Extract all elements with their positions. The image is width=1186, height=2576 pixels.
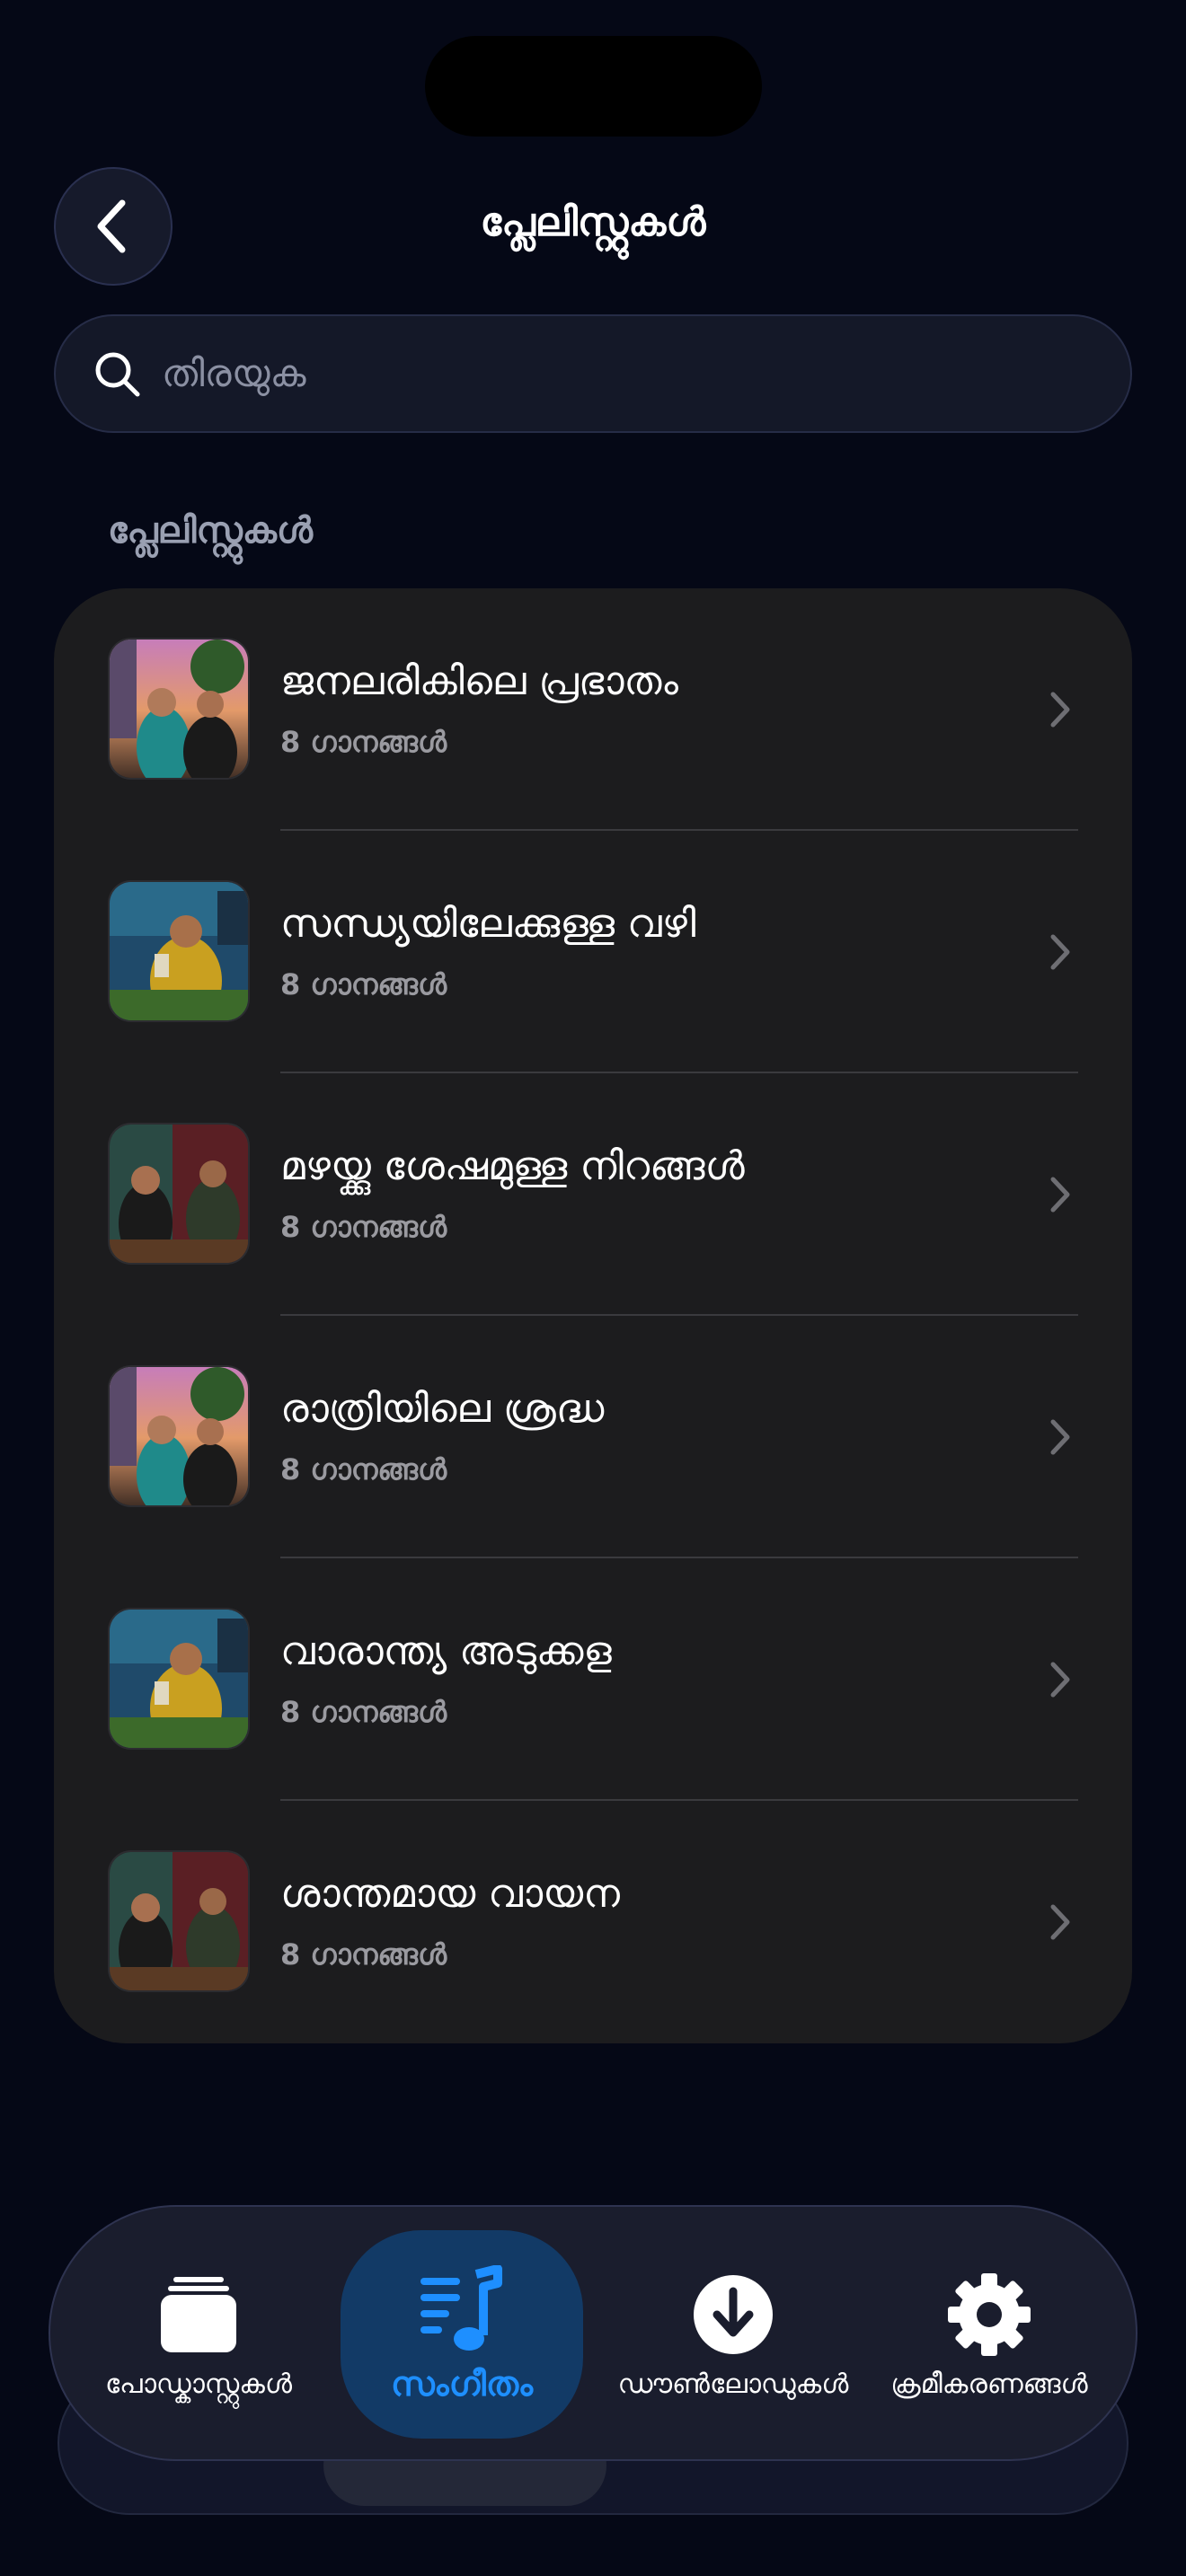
playlist-artwork [108,880,250,1022]
playlist-artwork [108,1365,250,1507]
playlist-song-count: 8 ഗാനങ്ങൾ [280,1695,447,1729]
tab-bar: പോഡ്കാസ്റ്റുകൾ സംഗീതം ഡൗൺലോഡുകൾ ക്രമീകരണ… [49,2205,1137,2461]
chevron-right-icon [1050,692,1070,728]
download-icon [694,2275,773,2354]
chevron-right-icon [1050,1662,1070,1698]
playlist-artwork [108,1123,250,1265]
playlist-artwork [108,1608,250,1750]
playlist-row[interactable]: വാരാന്ത്യ അടുക്കള 8 ഗാനങ്ങൾ [54,1558,1132,1801]
music-note-icon [420,2264,502,2351]
dynamic-island [425,36,762,137]
playlist-title: മഴയ്ക്കു ശേഷമുള്ള നിറങ്ങൾ [280,1143,745,1189]
playlist-title: ശാന്തമായ വായന [280,1871,620,1917]
playlist-artwork [108,638,250,780]
playlist-title: ജനലരികിലെ പ്രഭാതം [280,658,678,704]
chevron-right-icon [1050,1419,1070,1455]
tab-label: പോഡ്കാസ്റ്റുകൾ [105,2369,292,2400]
tab-music[interactable]: സംഗീതം [341,2230,583,2439]
tab-downloads[interactable]: ഡൗൺലോഡുകൾ [603,2207,863,2463]
search-bar[interactable]: തിരയുക [54,314,1132,433]
playlist-song-count: 8 ഗാനങ്ങൾ [280,725,447,759]
section-heading: പ്ലേലിസ്റ്റുകൾ [108,510,314,551]
tab-podcasts[interactable]: പോഡ്കാസ്റ്റുകൾ [68,2207,329,2463]
playlist-song-count: 8 ഗാനങ്ങൾ [280,1452,447,1486]
playlist-row[interactable]: ജനലരികിലെ പ്രഭാതം 8 ഗാനങ്ങൾ [54,588,1132,831]
search-icon [95,352,140,397]
playlist-artwork [108,1850,250,1992]
search-placeholder: തിരയുക [162,351,306,395]
page-title: പ്ലേലിസ്റ്റുകൾ [480,199,706,245]
playlist-title: സന്ധ്യയിലേക്കുള്ള വഴി [280,901,696,947]
playlist-row[interactable]: മഴയ്ക്കു ശേഷമുള്ള നിറങ്ങൾ 8 ഗാനങ്ങൾ [54,1073,1132,1316]
screen: പ്ലേലിസ്റ്റുകൾ തിരയുക പ്ലേലിസ്റ്റുകൾ ജനല… [0,0,1186,2576]
playlist-song-count: 8 ഗാനങ്ങൾ [280,1937,447,1972]
playlist-row[interactable]: രാത്രിയിലെ ശ്രദ്ധ 8 ഗാനങ്ങൾ [54,1316,1132,1558]
playlist-row[interactable]: ശാന്തമായ വായന 8 ഗാനങ്ങൾ [54,1801,1132,2043]
playlist-row[interactable]: സന്ധ്യയിലേക്കുള്ള വഴി 8 ഗാനങ്ങൾ [54,831,1132,1073]
tab-label: ഡൗൺലോഡുകൾ [617,2369,849,2400]
chevron-right-icon [1050,1177,1070,1213]
stack-icon [161,2277,236,2352]
playlist-song-count: 8 ഗാനങ്ങൾ [280,1210,447,1244]
chevron-right-icon [1050,1904,1070,1940]
gear-icon [948,2273,1031,2356]
playlist-song-count: 8 ഗാനങ്ങൾ [280,967,447,1001]
tab-label: ക്രമീകരണങ്ങൾ [890,2369,1088,2400]
playlist-title: രാത്രിയിലെ ശ്രദ്ധ [280,1386,605,1432]
playlist-list: ജനലരികിലെ പ്രഭാതം 8 ഗാനങ്ങൾ സന്ധ്യയിലേക്… [54,588,1132,2043]
chevron-right-icon [1050,934,1070,970]
tab-settings[interactable]: ക്രമീകരണങ്ങൾ [859,2207,1120,2463]
playlist-title: വാരാന്ത്യ അടുക്കള [280,1628,612,1674]
tab-label: സംഗീതം [390,2363,534,2404]
